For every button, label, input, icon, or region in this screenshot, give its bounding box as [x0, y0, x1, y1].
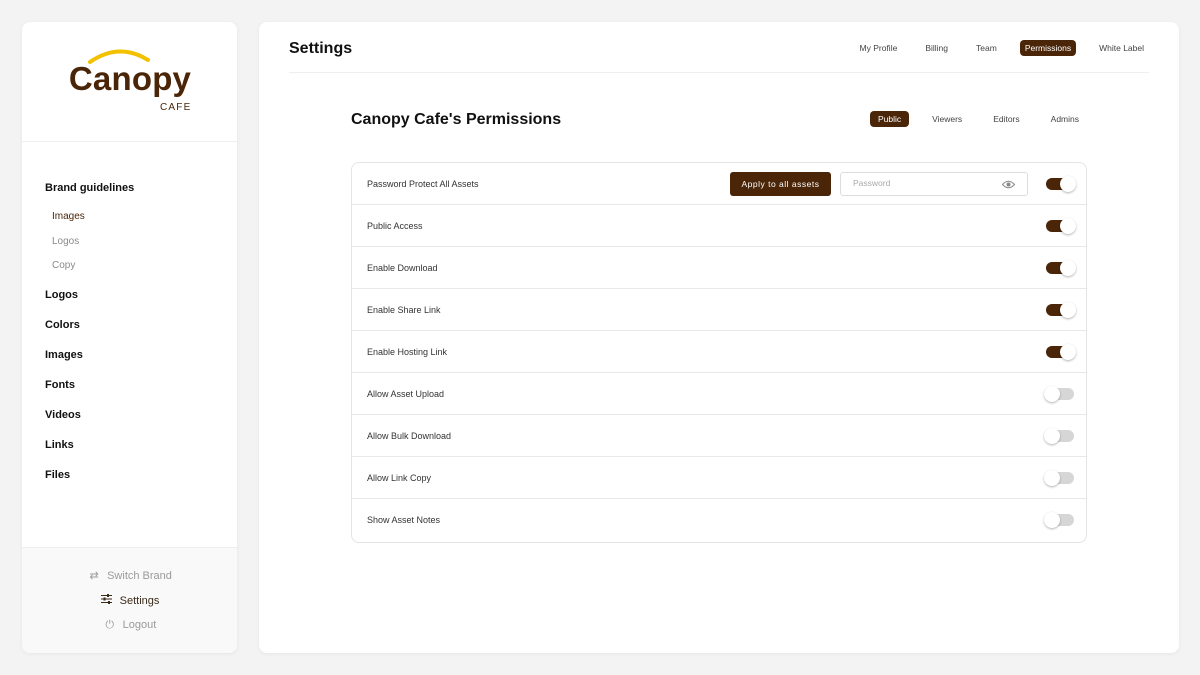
permission-label: Enable Hosting Link	[367, 347, 448, 357]
sliders-icon	[100, 594, 114, 607]
sidebar-footer: ⇄ Switch Brand Settings ⏻ Logout	[22, 547, 237, 653]
role-tab-admins[interactable]: Admins	[1043, 111, 1087, 127]
sidebar-item-logos[interactable]: Logos	[45, 289, 78, 301]
sidebar-item-colors[interactable]: Colors	[45, 319, 80, 331]
permission-toggle[interactable]	[1046, 176, 1076, 192]
switch-arrows-icon: ⇄	[89, 570, 99, 582]
toggle-knob	[1044, 428, 1060, 444]
permission-row: Password Protect All Assets Apply to all…	[352, 163, 1086, 205]
sidebar-subitem-logos[interactable]: Logos	[52, 236, 79, 247]
permission-row: Public Access	[352, 205, 1086, 247]
toggle-knob	[1060, 176, 1076, 192]
permission-label: Allow Asset Upload	[367, 389, 445, 399]
sidebar-subitem-images[interactable]: Images	[52, 211, 85, 222]
permission-row: Enable Hosting Link	[352, 331, 1086, 373]
role-tab-editors[interactable]: Editors	[985, 111, 1027, 127]
sidebar-item-links[interactable]: Links	[45, 439, 74, 451]
permission-toggle[interactable]	[1046, 260, 1076, 276]
brand-logo[interactable]: Canopy CAFE	[22, 22, 237, 142]
permission-row: Allow Bulk Download	[352, 415, 1086, 457]
logout-button[interactable]: ⏻ Logout	[22, 619, 237, 632]
sidebar-item-fonts[interactable]: Fonts	[45, 379, 75, 391]
permission-row: Show Asset Notes	[352, 499, 1086, 542]
apply-to-all-button[interactable]: Apply to all assets	[730, 172, 831, 196]
permission-toggle[interactable]	[1044, 512, 1074, 528]
permission-toggle[interactable]	[1046, 218, 1076, 234]
sidebar: Canopy CAFE Brand guidelines Images Logo…	[22, 22, 237, 653]
sidebar-item-images[interactable]: Images	[45, 349, 83, 361]
power-icon: ⏻	[105, 619, 115, 631]
permission-label: Allow Bulk Download	[367, 431, 452, 441]
sidebar-item-brand-guidelines[interactable]: Brand guidelines	[45, 182, 134, 194]
tab-permissions[interactable]: Permissions	[1019, 40, 1077, 56]
settings-panel: Settings My Profile Billing Team Permiss…	[259, 22, 1179, 653]
tab-billing[interactable]: Billing	[920, 40, 953, 56]
permission-label: Enable Share Link	[367, 305, 441, 315]
switch-brand-label: Switch Brand	[107, 570, 172, 582]
permission-row: Enable Download	[352, 247, 1086, 289]
role-tabs: Public Viewers Editors Admins	[855, 111, 1087, 127]
permission-toggle[interactable]	[1044, 428, 1074, 444]
permission-label: Public Access	[367, 221, 423, 231]
tab-team[interactable]: Team	[971, 40, 1002, 56]
permissions-title: Canopy Cafe's Permissions	[351, 111, 562, 128]
permission-toggle[interactable]	[1044, 470, 1074, 486]
toggle-knob	[1060, 218, 1076, 234]
settings-button[interactable]: Settings	[22, 594, 237, 607]
toggle-knob	[1060, 260, 1076, 276]
toggle-knob	[1044, 470, 1060, 486]
sidebar-item-videos[interactable]: Videos	[45, 409, 81, 421]
permission-label: Allow Link Copy	[367, 473, 432, 483]
eye-icon[interactable]	[1002, 180, 1015, 189]
permissions-table: Password Protect All Assets Apply to all…	[351, 162, 1087, 543]
password-field[interactable]	[840, 172, 1028, 196]
tab-my-profile[interactable]: My Profile	[855, 40, 903, 56]
toggle-knob	[1060, 302, 1076, 318]
header-divider	[289, 72, 1149, 73]
toggle-knob	[1060, 344, 1076, 360]
permission-label: Password Protect All Assets	[367, 179, 479, 189]
brand-name: Canopy	[68, 60, 192, 97]
role-tab-viewers[interactable]: Viewers	[924, 111, 970, 127]
settings-label: Settings	[119, 595, 160, 607]
sidebar-item-files[interactable]: Files	[45, 469, 70, 481]
toggle-knob	[1044, 386, 1060, 402]
switch-brand-button[interactable]: ⇄ Switch Brand	[22, 569, 237, 582]
permission-row: Allow Asset Upload	[352, 373, 1086, 415]
permission-row: Allow Link Copy	[352, 457, 1086, 499]
permission-label: Enable Download	[367, 263, 438, 273]
page-title: Settings	[289, 40, 353, 57]
password-input[interactable]	[853, 178, 993, 188]
settings-tabs: My Profile Billing Team Permissions Whit…	[841, 40, 1149, 56]
role-tab-public[interactable]: Public	[869, 111, 910, 127]
permission-row: Enable Share Link	[352, 289, 1086, 331]
permission-toggle[interactable]	[1046, 302, 1076, 318]
permission-toggle[interactable]	[1046, 344, 1076, 360]
permission-toggle[interactable]	[1044, 386, 1074, 402]
sidebar-subitem-copy[interactable]: Copy	[52, 260, 75, 271]
permission-label: Show Asset Notes	[367, 515, 441, 525]
brand-sub: CAFE	[160, 102, 192, 113]
tab-white-label[interactable]: White Label	[1094, 40, 1149, 56]
toggle-knob	[1044, 512, 1060, 528]
logout-label: Logout	[122, 619, 157, 631]
